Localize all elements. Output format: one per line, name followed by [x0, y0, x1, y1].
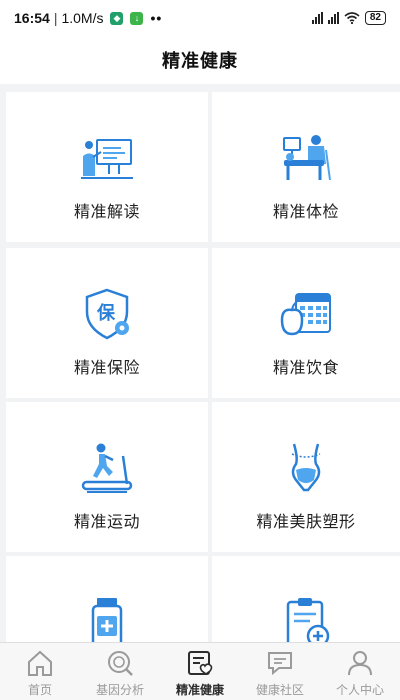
page-title: 精准健康	[162, 51, 238, 71]
status-right: 82	[311, 11, 386, 25]
bottom-tab-bar: 首页 基因分析 精准健康 健康社区 个人中心	[0, 642, 400, 700]
tab-gene-analysis[interactable]: 基因分析	[80, 643, 160, 700]
medical-checkup-icon	[283, 135, 331, 181]
status-time: 16:54	[14, 10, 50, 26]
tile-label: 精准运动	[73, 514, 140, 531]
status-bar: 16:54 | 1.0M/s ◆ ↓ •• 82	[0, 0, 400, 36]
service-grid: 精准解读 精准体检 保 精准保险 精准饮食 精准运动 精准美肤塑形	[0, 86, 400, 642]
tile-precise-interpretation[interactable]: 精准解读	[6, 92, 208, 242]
title-bar: 精准健康	[0, 36, 400, 84]
tile-medicine[interactable]	[6, 556, 208, 642]
network-speed: 1.0M/s	[61, 10, 104, 26]
home-icon	[28, 650, 52, 676]
tab-label: 基因分析	[95, 683, 144, 697]
tab-profile[interactable]: 个人中心	[320, 643, 400, 700]
profile-icon	[348, 651, 372, 676]
status-separator: |	[53, 10, 58, 26]
tile-label: 精准体检	[272, 204, 339, 221]
treadmill-icon	[81, 443, 133, 493]
tab-label: 精准健康	[175, 683, 224, 697]
tile-label: 精准美肤塑形	[256, 514, 356, 531]
tile-precise-insurance[interactable]: 保 精准保险	[6, 248, 208, 398]
tab-label: 健康社区	[255, 683, 304, 697]
signal-2-icon	[327, 12, 339, 24]
shield-app-icon: ◆	[110, 11, 124, 25]
insurance-shield-icon: 保	[85, 288, 129, 340]
tab-health-community[interactable]: 健康社区	[240, 643, 320, 700]
gene-analysis-icon	[108, 651, 133, 676]
wifi-icon	[344, 12, 360, 24]
community-chat-icon	[268, 652, 292, 676]
battery-indicator: 82	[364, 11, 386, 25]
tile-precise-beauty-shaping[interactable]: 精准美肤塑形	[212, 402, 400, 552]
status-left: 16:54 | 1.0M/s ◆ ↓ ••	[14, 10, 162, 26]
more-notifications-icon: ••	[150, 10, 163, 26]
tile-precise-diet[interactable]: 精准饮食	[212, 248, 400, 398]
diet-calendar-icon	[280, 293, 331, 336]
tab-label: 首页	[27, 683, 52, 697]
tab-precise-health[interactable]: 精准健康	[160, 643, 240, 700]
body-shaping-icon	[291, 443, 321, 492]
presentation-board-icon	[81, 139, 133, 179]
tile-label: 精准解读	[73, 204, 140, 221]
medicine-bottle-icon	[91, 598, 123, 642]
tile-label: 精准饮食	[272, 360, 339, 377]
tile-label: 精准保险	[73, 360, 140, 377]
tile-precise-exercise[interactable]: 精准运动	[6, 402, 208, 552]
health-heart-icon	[188, 651, 213, 675]
tab-label: 个人中心	[335, 683, 384, 697]
tile-medical-record[interactable]	[212, 556, 400, 642]
signal-icon	[311, 12, 323, 24]
medical-clipboard-icon	[286, 598, 330, 642]
tile-precise-checkup[interactable]: 精准体检	[212, 92, 400, 242]
download-app-icon: ↓	[130, 11, 144, 25]
tab-home[interactable]: 首页	[0, 643, 80, 700]
svg-text:保: 保	[96, 302, 116, 324]
